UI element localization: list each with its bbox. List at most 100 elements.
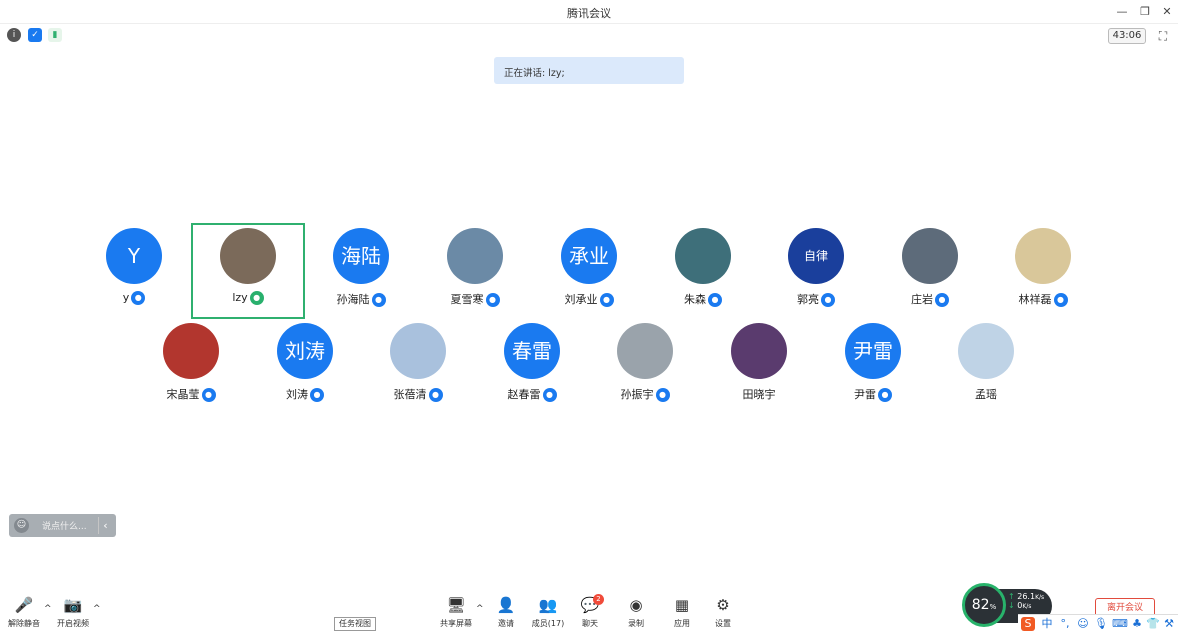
minimize-button[interactable]: — <box>1113 3 1131 21</box>
shield-icon[interactable]: ✓ <box>28 28 42 42</box>
avatar <box>731 323 787 379</box>
avatar: 春雷 <box>504 323 560 379</box>
ime-shirt-icon[interactable]: 👕 <box>1146 617 1160 631</box>
apps-button[interactable]: ▦ 应用 <box>659 596 705 630</box>
participant-name: 孟瑶 <box>975 388 997 401</box>
participant-tile[interactable]: 春雷 赵春雷 ● <box>477 323 587 403</box>
meeting-timer: 43:06 <box>1108 28 1146 44</box>
participant-tile[interactable]: 承业 刘承业 ● <box>534 228 644 308</box>
invite-label: 邀请 <box>498 619 514 628</box>
unmute-button[interactable]: 🎤 解除静音 <box>1 596 47 630</box>
record-label: 录制 <box>628 619 644 628</box>
participant-name: 田晓宇 <box>742 388 776 401</box>
info-icon[interactable]: i <box>7 28 21 42</box>
participant-tile[interactable]: 朱森 ● <box>648 228 758 308</box>
meeting-window: 腾讯会议 — ❐ ✕ i ✓ ▮ 43:06 ⛶ 正在讲话: lzy; Y y ●… <box>0 0 1178 633</box>
participant-tile[interactable]: 刘涛 刘涛 ● <box>250 323 360 403</box>
mic-icon: ● <box>821 293 835 307</box>
avatar <box>390 323 446 379</box>
participant-tile[interactable]: 庄岩 ● <box>875 228 985 308</box>
title-bar: 腾讯会议 — ❐ ✕ <box>0 0 1178 24</box>
unread-badge: 2 <box>593 594 604 605</box>
start-video-button[interactable]: 📷 开启视频 <box>50 596 96 630</box>
avatar <box>220 228 276 284</box>
participant-name: 刘涛 <box>286 388 308 401</box>
gauge-unit: % <box>989 603 997 611</box>
participant-tile[interactable]: 林祥磊 ● <box>988 228 1098 308</box>
participant-name: 孙海陆 <box>336 293 370 306</box>
start-video-label: 开启视频 <box>57 619 89 628</box>
ime-emoji-icon[interactable]: ☺ <box>1076 617 1090 631</box>
participant-tile[interactable]: lzy ● <box>193 228 303 308</box>
participant-name: 朱森 <box>684 293 706 306</box>
record-icon: ◉ <box>629 596 643 614</box>
participant-name: 刘承业 <box>564 293 598 306</box>
collapse-chat-button[interactable]: ‹ <box>98 517 112 534</box>
fullscreen-icon[interactable]: ⛶ <box>1155 28 1171 44</box>
participant-name: y <box>122 291 130 304</box>
performance-gauge[interactable]: 82% <box>962 583 1006 627</box>
signal-icon[interactable]: ▮ <box>48 28 62 42</box>
status-bar: i ✓ ▮ 43:06 ⛶ <box>0 25 1178 47</box>
members-label: 成员(17) <box>531 619 565 628</box>
mic-icon: ● <box>428 388 443 402</box>
close-button[interactable]: ✕ <box>1158 3 1176 21</box>
chat-placeholder: 说点什么... <box>42 522 87 532</box>
video-options-caret[interactable]: ^ <box>93 604 101 614</box>
participant-name: 郭亮 <box>797 293 819 306</box>
participant-name: 尹雷 <box>854 388 876 401</box>
members-icon: 👥 <box>538 596 558 614</box>
participant-tile[interactable]: 海陆 孙海陆 ● <box>306 228 416 308</box>
record-button[interactable]: ◉ 录制 <box>613 596 659 630</box>
invite-button[interactable]: 👤 邀请 <box>483 596 529 630</box>
restore-button[interactable]: ❐ <box>1136 3 1154 21</box>
participant-tile[interactable]: 田晓宇 <box>704 323 814 403</box>
ime-tools-icon[interactable]: ⚒ <box>1162 617 1176 631</box>
ime-keyboard-icon[interactable]: ⌨ <box>1112 617 1128 631</box>
upload-speed: 26.1 <box>1017 592 1036 601</box>
ime-language-toggle[interactable]: 中 <box>1040 617 1054 631</box>
participant-tile[interactable]: 夏雪寒 ● <box>420 228 530 308</box>
apps-label: 应用 <box>674 619 690 628</box>
avatar: 刘涛 <box>277 323 333 379</box>
sogou-logo-icon[interactable]: S <box>1021 617 1035 631</box>
mic-icon: ● <box>878 388 892 402</box>
chat-button[interactable]: 💬 2 聊天 <box>567 594 613 630</box>
mic-icon: ● <box>542 388 557 402</box>
camera-off-icon: 📷 <box>63 596 83 614</box>
participant-tile[interactable]: 张蓓清 ● <box>363 323 473 403</box>
share-screen-button[interactable]: 🖥 共享屏幕 <box>433 596 479 630</box>
share-screen-label: 共享屏幕 <box>440 619 472 628</box>
screen-share-icon: 🖥 <box>446 596 466 614</box>
avatar: 承业 <box>561 228 617 284</box>
upload-unit: K/s <box>1035 594 1045 601</box>
participant-tile[interactable]: 孙振宇 ● <box>590 323 700 403</box>
avatar: Y <box>106 228 162 284</box>
participant-tile[interactable]: 尹雷 尹雷 ● <box>818 323 928 403</box>
participant-name: 张蓓清 <box>393 388 427 401</box>
mic-icon: ● <box>599 293 614 307</box>
participant-tile[interactable]: 孟瑶 <box>931 323 1041 403</box>
participant-name: 赵春雷 <box>507 388 541 401</box>
ime-voice-icon[interactable]: 🎙 <box>1094 617 1108 631</box>
ime-toolbar: S 中 °, ☺ 🎙 ⌨ ♣ 👕 ⚒ <box>1018 614 1178 633</box>
avatar <box>1015 228 1071 284</box>
settings-label: 设置 <box>715 619 731 628</box>
participant-tile[interactable]: 宋晶莹 ● <box>136 323 246 403</box>
mic-icon: ● <box>708 293 722 307</box>
avatar: 海陆 <box>333 228 389 284</box>
apps-icon: ▦ <box>674 596 690 614</box>
mic-icon: ● <box>485 293 500 307</box>
ime-skin-icon[interactable]: ♣ <box>1130 617 1144 631</box>
members-button[interactable]: 👥 成员(17) <box>525 596 571 630</box>
emoji-icon[interactable]: ☺ <box>14 518 29 533</box>
participant-tile[interactable]: 自律 郭亮 ● <box>761 228 871 308</box>
participant-tile[interactable]: Y y ● <box>79 228 189 308</box>
mic-active-icon: ● <box>249 291 264 305</box>
participant-name: 孙振宇 <box>620 388 654 401</box>
window-title: 腾讯会议 <box>567 7 611 20</box>
chat-input[interactable]: ☺ 说点什么... ‹ <box>9 514 116 537</box>
ime-punct-icon[interactable]: °, <box>1058 617 1072 631</box>
participant-name: 林祥磊 <box>1018 293 1052 306</box>
settings-button[interactable]: ⚙ 设置 <box>700 596 746 630</box>
